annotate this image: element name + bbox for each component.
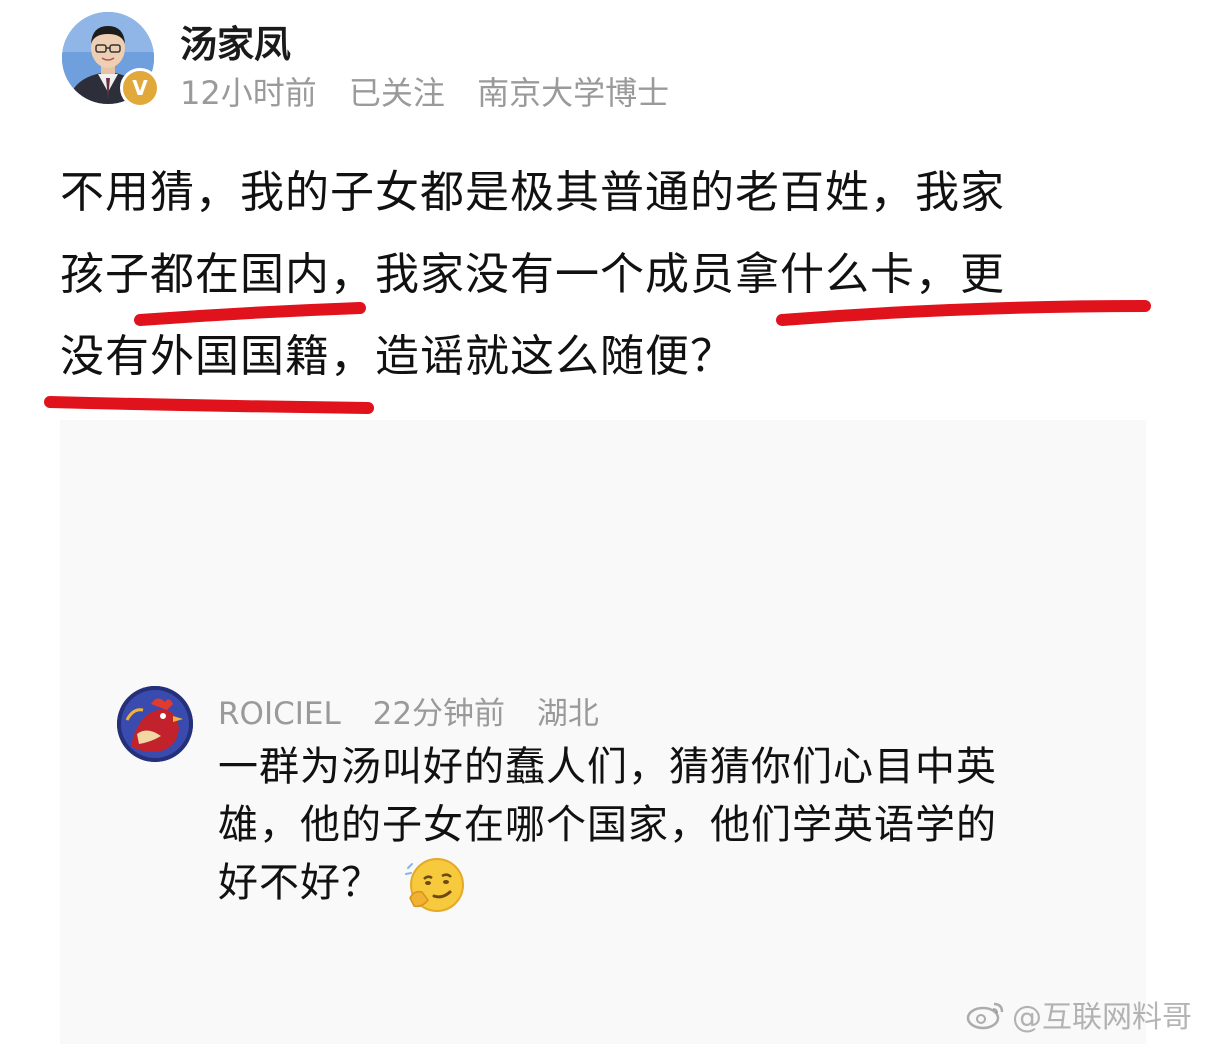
reply-time: 22分钟前 — [372, 696, 506, 732]
follow-status-button[interactable]: 已关注 — [349, 74, 445, 112]
reply-text: 一群为汤叫好的蠢人们，猜猜你们心目中英 雄，他的子女在哪个国家，他们学英语学的 … — [218, 738, 1098, 916]
post-time: 12小时前 — [180, 74, 317, 112]
reply-location: 湖北 — [536, 696, 599, 732]
reply-line: 好不好？ — [218, 854, 1098, 916]
post-meta: 12小时前 已关注 南京大学博士 — [180, 68, 691, 114]
author-avatar[interactable]: V — [62, 12, 160, 108]
reply-username[interactable]: ROICIEL — [218, 696, 341, 732]
post-line: 孩子都在国内，我家没有一个成员拿什么卡，更 — [60, 249, 1005, 300]
post-text: 不用猜，我的子女都是极其普通的老百姓，我家 孩子都在国内，我家没有一个成员拿什么… — [60, 152, 1160, 398]
reply-meta: ROICIEL 22分钟前 湖北 — [218, 688, 621, 733]
author-bio: 南京大学博士 — [477, 74, 670, 112]
verified-badge-icon: V — [120, 68, 160, 108]
weibo-icon — [966, 1002, 1004, 1030]
thinking-smirk-emoji-icon — [404, 854, 466, 916]
weibo-post-screenshot: V 汤家凤 12小时前 已关注 南京大学博士 不用猜，我的子女都是极其普通的老百… — [0, 0, 1206, 1044]
reply-line: 一群为汤叫好的蠢人们，猜猜你们心目中英 — [218, 744, 997, 790]
post-line: 没有外国国籍，造谣就这么随便？ — [60, 331, 735, 382]
author-name[interactable]: 汤家凤 — [180, 14, 291, 68]
underline-mark — [44, 396, 374, 414]
reply-line: 雄，他的子女在哪个国家，他们学英语学的 — [218, 802, 997, 848]
rooster-avatar-icon[interactable] — [117, 686, 193, 762]
watermark: @互联网料哥 — [966, 992, 1192, 1036]
reply-line-text: 好不好？ — [218, 860, 382, 906]
watermark-text: @互联网料哥 — [1012, 1000, 1192, 1035]
post-line: 不用猜，我的子女都是极其普通的老百姓，我家 — [60, 167, 1005, 218]
